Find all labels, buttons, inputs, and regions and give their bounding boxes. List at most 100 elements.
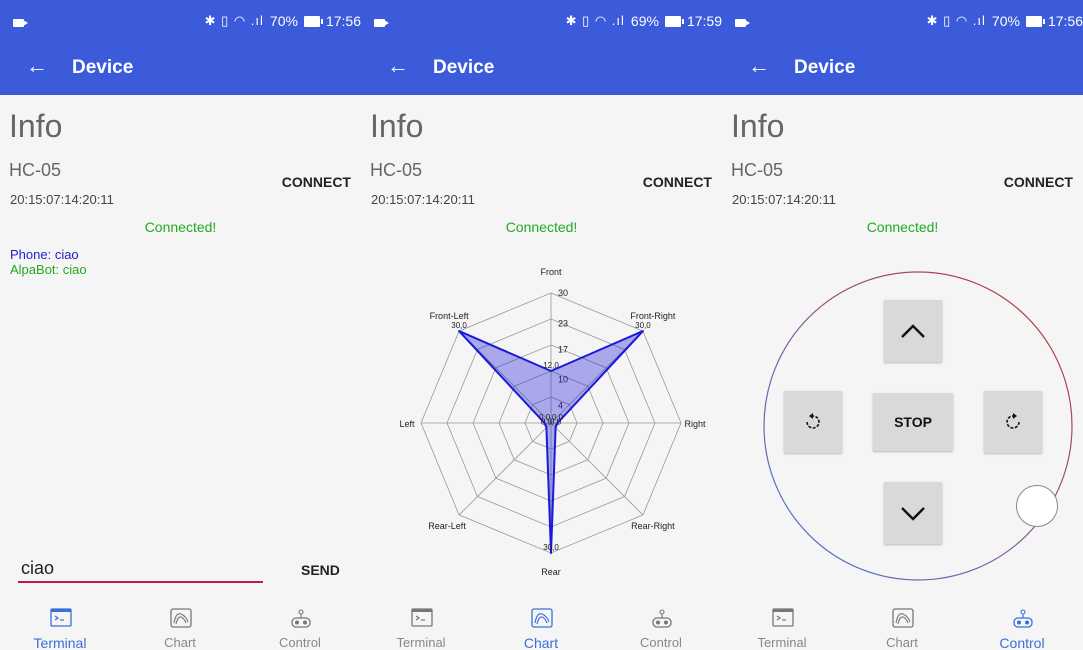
radar-axis-label: Left — [399, 419, 415, 429]
status-bar: ✱ ▯ ◠ .ıl 70% 17:56 — [0, 0, 361, 40]
back-arrow-icon[interactable]: ← — [26, 53, 48, 79]
radar-axis-label: Front-Left — [430, 311, 470, 321]
status-bar: ✱ ▯ ◠ .ıl 70% 17:56 — [722, 0, 1083, 40]
rotate-right-button[interactable] — [984, 391, 1042, 453]
radar-value-label: 30,0 — [635, 321, 651, 330]
back-arrow-icon[interactable]: ← — [748, 53, 770, 79]
radar-tick-label: 17 — [558, 344, 568, 354]
radar-axis-label: Front — [540, 267, 562, 277]
bottom-nav: Terminal Chart Control — [0, 600, 361, 650]
forward-button[interactable] — [884, 300, 942, 362]
nav-tab-label: Control — [640, 635, 682, 650]
connection-status: Connected! — [144, 219, 217, 235]
terminal-icon — [772, 608, 794, 627]
app-title: Device — [794, 57, 856, 78]
bluetooth-wifi-signal-icons: ✱ ▯ ◠ .ıl — [565, 13, 625, 28]
rotate-ccw-icon — [806, 413, 820, 429]
rotate-left-button[interactable] — [784, 391, 842, 453]
nav-tab-label: Chart — [164, 635, 196, 650]
bluetooth-wifi-signal-icons: ✱ ▯ ◠ .ıl — [204, 13, 264, 28]
radar-axis-label: Rear-Right — [631, 521, 675, 531]
message-input[interactable] — [18, 555, 263, 583]
device-address: 20:15:07:14:20:11 — [10, 192, 114, 207]
device-name: HC-05 — [731, 160, 784, 180]
device-address: 20:15:07:14:20:11 — [371, 192, 475, 207]
message-alpabot: AlpaBot: ciao — [10, 262, 87, 277]
nav-tab-label: Control — [279, 635, 321, 650]
nav-tab-chart[interactable]: Chart — [842, 600, 962, 650]
battery-icon — [1025, 15, 1045, 27]
chart-icon — [892, 608, 914, 628]
nav-tab-control[interactable]: Control — [962, 600, 1082, 650]
clock: 17:59 — [686, 13, 722, 29]
radar-axis-label: Front-Right — [630, 311, 676, 321]
nav-tab-control[interactable]: Control — [601, 600, 721, 650]
radar-chart: Front Front-Right Right Rear-Right Rear Rear-… — [399, 267, 706, 577]
screen-control: ✱ ▯ ◠ .ıl 70% 17:56 ← Device Info HC-05 … — [722, 0, 1083, 650]
app-bar: ← Device — [0, 40, 361, 95]
bluetooth-wifi-signal-icons: ✱ ▯ ◠ .ıl — [926, 13, 986, 28]
joystick-knob[interactable] — [1016, 485, 1058, 527]
control-icon — [1013, 609, 1033, 628]
radar-tick-label: 23 — [558, 318, 568, 328]
connect-button[interactable]: CONNECT — [1004, 174, 1073, 190]
nav-tab-control[interactable]: Control — [240, 600, 360, 650]
terminal-icon — [411, 608, 433, 627]
bottom-nav: Terminal Chart Control — [722, 600, 1083, 650]
control-icon — [291, 609, 311, 628]
connection-status: Connected! — [866, 219, 939, 235]
battery-percent: 70% — [991, 13, 1020, 29]
stop-button[interactable]: STOP — [873, 393, 953, 451]
screen-terminal: ✱ ▯ ◠ .ıl 70% 17:56 ← Device Info HC-05 … — [0, 0, 361, 650]
radar-value-label: 30,0 — [543, 543, 559, 552]
chart-icon — [170, 608, 192, 628]
nav-tab-label: Chart — [886, 635, 918, 650]
send-button[interactable]: SEND — [301, 562, 340, 578]
battery-percent: 69% — [630, 13, 659, 29]
battery-percent: 70% — [269, 13, 298, 29]
info-heading: Info — [731, 108, 785, 144]
nav-tab-terminal[interactable]: Terminal — [361, 600, 481, 650]
backward-button[interactable] — [884, 482, 942, 544]
radar-value-label: 0,0 — [539, 413, 551, 422]
back-arrow-icon[interactable]: ← — [387, 53, 409, 79]
battery-icon — [303, 15, 323, 27]
nav-tab-label: Terminal — [757, 635, 807, 650]
connect-button[interactable]: CONNECT — [643, 174, 712, 190]
nav-tab-label: Terminal — [396, 635, 446, 650]
device-address: 20:15:07:14:20:11 — [732, 192, 836, 207]
device-name: HC-05 — [9, 160, 62, 180]
device-name: HC-05 — [370, 160, 423, 180]
radar-value-label: 12,0 — [543, 361, 559, 370]
nav-tab-terminal[interactable]: Terminal — [0, 600, 120, 650]
connection-status: Connected! — [505, 219, 578, 235]
video-icon — [735, 19, 750, 27]
nav-tab-terminal[interactable]: Terminal — [722, 600, 842, 650]
chart-icon — [531, 608, 553, 628]
nav-tab-label: Terminal — [33, 635, 87, 650]
app-title: Device — [433, 57, 495, 78]
radar-tick-label: 30 — [558, 288, 568, 298]
message-phone: Phone: ciao — [10, 247, 79, 262]
radar-value-label: 30,0 — [451, 321, 467, 330]
status-bar: ✱ ▯ ◠ .ıl 69% 17:59 — [361, 0, 722, 40]
app-title: Device — [72, 57, 134, 78]
app-bar: ← Device — [722, 40, 1083, 95]
radar-axis-label: Right — [684, 419, 706, 429]
clock: 17:56 — [1047, 13, 1083, 29]
nav-tab-chart[interactable]: Chart — [120, 600, 240, 650]
video-icon — [374, 19, 389, 27]
nav-tab-label: Chart — [523, 635, 559, 650]
radar-axis-label: Rear — [541, 567, 561, 577]
nav-tab-label: Control — [999, 635, 1045, 650]
chevron-up-icon — [901, 324, 925, 338]
video-icon — [13, 19, 28, 27]
nav-tab-chart[interactable]: Chart — [481, 600, 601, 650]
control-icon — [652, 609, 672, 628]
connect-button[interactable]: CONNECT — [282, 174, 351, 190]
radar-axis-label: Rear-Left — [428, 521, 466, 531]
battery-icon — [664, 15, 684, 27]
bottom-nav: Terminal Chart Control — [361, 600, 722, 650]
screen-chart: ✱ ▯ ◠ .ıl 69% 17:59 ← Device Info HC-05 … — [361, 0, 722, 650]
info-heading: Info — [370, 108, 424, 144]
